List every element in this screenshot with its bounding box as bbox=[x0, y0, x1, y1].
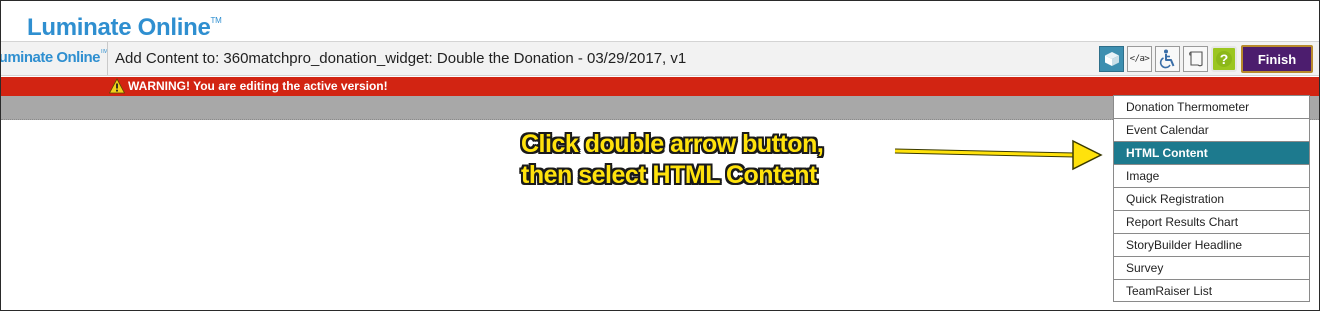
menu-item-survey[interactable]: Survey bbox=[1114, 257, 1309, 280]
svg-text:?: ? bbox=[1220, 51, 1229, 67]
warning-banner: WARNING! You are editing the active vers… bbox=[1, 77, 1319, 96]
menu-item-storybuilder-headline[interactable]: StoryBuilder Headline bbox=[1114, 234, 1309, 257]
editor-header: Luminate OnlineTM Add Content to: 360mat… bbox=[1, 41, 1319, 76]
brand-name: Luminate Online bbox=[27, 14, 211, 41]
menu-item-teamraiser-list[interactable]: TeamRaiser List bbox=[1114, 280, 1309, 303]
callout-line-1: Click double arrow button, bbox=[521, 130, 824, 158]
menu-item-event-calendar[interactable]: Event Calendar bbox=[1114, 119, 1309, 142]
sidebar-logo-text: Luminate Online bbox=[1, 49, 101, 66]
menu-item-html-content[interactable]: HTML Content bbox=[1114, 142, 1309, 165]
help-button[interactable]: ? bbox=[1211, 46, 1237, 72]
page-view-button[interactable] bbox=[1183, 46, 1208, 72]
editor-toolbar: </a> ? Finish bbox=[1099, 45, 1313, 73]
menu-item-report-results-chart[interactable]: Report Results Chart bbox=[1114, 211, 1309, 234]
cube-icon bbox=[1104, 52, 1119, 66]
trademark-mark: TM bbox=[210, 16, 222, 25]
component-button[interactable] bbox=[1099, 46, 1124, 72]
warning-text: WARNING! You are editing the active vers… bbox=[128, 79, 388, 93]
instruction-callout: Click double arrow button, then select H… bbox=[521, 129, 824, 191]
sidebar-logo: Luminate OnlineTM bbox=[1, 49, 107, 66]
menu-item-donation-thermometer[interactable]: Donation Thermometer bbox=[1114, 96, 1309, 119]
app-window: Luminate OnlineTM Luminate OnlineTM Add … bbox=[0, 0, 1320, 311]
pointer-arrow-icon bbox=[894, 139, 1103, 171]
accessibility-button[interactable] bbox=[1155, 46, 1180, 72]
brand-logo: Luminate OnlineTM bbox=[27, 14, 222, 42]
sidebar-divider bbox=[107, 42, 108, 75]
page-icon bbox=[1188, 51, 1203, 67]
html-source-button[interactable]: </a> bbox=[1127, 46, 1152, 72]
finish-button[interactable]: Finish bbox=[1241, 45, 1313, 73]
html-code-icon: </a> bbox=[1129, 54, 1150, 64]
page-title: Add Content to: 360matchpro_donation_wid… bbox=[115, 50, 687, 67]
warning-icon bbox=[109, 78, 125, 94]
help-icon: ? bbox=[1216, 51, 1232, 67]
sidebar-logo-trademark: TM bbox=[100, 49, 107, 55]
menu-item-image[interactable]: Image bbox=[1114, 165, 1309, 188]
accessibility-icon bbox=[1159, 49, 1174, 69]
callout-line-2: then select HTML Content bbox=[521, 161, 817, 189]
menu-item-quick-registration[interactable]: Quick Registration bbox=[1114, 188, 1309, 211]
content-type-menu: Donation Thermometer Event Calendar HTML… bbox=[1113, 95, 1310, 302]
